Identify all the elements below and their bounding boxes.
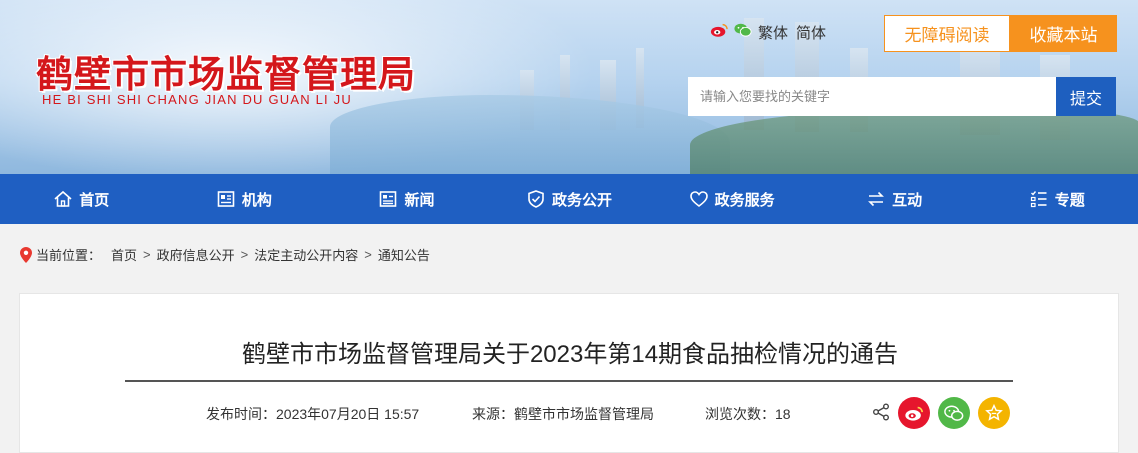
nav-item-label: 政务公开 — [552, 191, 613, 209]
nav-item-topics[interactable]: 专题 — [975, 174, 1138, 224]
site-title: 鹤壁市市场监督管理局 — [36, 54, 416, 95]
main-nav: 首页 机构 新闻 政务公开 政务服务 互动 专题 — [0, 174, 1138, 224]
language-switch: 繁体 简体 — [758, 22, 826, 43]
wechat-icon — [944, 405, 964, 421]
nav-item-home[interactable]: 首页 — [0, 174, 163, 224]
title-divider — [125, 380, 1013, 382]
nav-item-news[interactable]: 新闻 — [325, 174, 488, 224]
breadcrumb-notices[interactable]: 通知公告 — [378, 245, 430, 264]
nav-item-label: 机构 — [241, 191, 272, 209]
accessibility-button[interactable]: 无障碍阅读 — [884, 15, 1010, 52]
organization-icon — [217, 191, 235, 207]
breadcrumb-statutory-content[interactable]: 法定主动公开内容 — [254, 245, 358, 264]
nav-item-interaction[interactable]: 互动 — [813, 174, 976, 224]
publish-time: 发布时间：2023年07月20日 15:57 — [206, 406, 420, 422]
home-icon — [54, 190, 72, 207]
nav-item-label: 首页 — [79, 191, 110, 209]
search-input[interactable] — [688, 77, 1056, 116]
breadcrumb-separator: > — [364, 247, 372, 262]
bookmark-site-button[interactable]: 收藏本站 — [1010, 15, 1117, 52]
weibo-icon — [905, 406, 923, 421]
article-card: 鹤壁市市场监督管理局关于2023年第14期食品抽检情况的通告 发布时间：2023… — [19, 293, 1119, 453]
wechat-icon[interactable] — [734, 22, 752, 38]
breadcrumb-separator: > — [143, 247, 151, 262]
share-wechat-button[interactable] — [938, 397, 970, 429]
view-count: 浏览次数：18 — [705, 406, 791, 422]
breadcrumb: 当前位置： 首页 > 政府信息公开 > 法定主动公开内容 > 通知公告 — [20, 245, 430, 264]
header-banner: 鹤壁市市场监督管理局 HE BI SHI SHI CHANG JIAN DU G… — [0, 0, 1138, 174]
nav-item-label: 政务服务 — [714, 191, 775, 209]
breadcrumb-label: 当前位置： — [36, 248, 102, 263]
share-favorite-button[interactable] — [978, 397, 1010, 429]
traditional-chinese-link[interactable]: 繁体 — [758, 22, 788, 43]
social-links — [710, 22, 752, 38]
nav-item-label: 专题 — [1054, 191, 1085, 209]
breadcrumb-separator: > — [240, 247, 249, 262]
heart-icon — [689, 191, 708, 208]
share-icon[interactable] — [872, 403, 890, 421]
banner-park — [690, 110, 1138, 174]
breadcrumb-gov-info[interactable]: 政府信息公开 — [157, 245, 235, 264]
article-source: 来源：鹤壁市市场监督管理局 — [472, 406, 654, 422]
star-icon — [985, 404, 1003, 421]
simplified-chinese-link[interactable]: 简体 — [796, 22, 826, 43]
search-submit-button[interactable]: 提交 — [1056, 77, 1116, 116]
list-icon — [1030, 191, 1047, 208]
location-pin-icon — [20, 246, 32, 263]
nav-item-organization[interactable]: 机构 — [163, 174, 326, 224]
breadcrumb-home[interactable]: 首页 — [111, 245, 137, 264]
article-title: 鹤壁市市场监督管理局关于2023年第14期食品抽检情况的通告 — [241, 341, 899, 368]
news-icon — [380, 191, 397, 207]
nav-item-government-services[interactable]: 政务服务 — [650, 174, 813, 224]
share-weibo-button[interactable] — [898, 397, 930, 429]
nav-item-government-affairs-open[interactable]: 政务公开 — [488, 174, 651, 224]
site-title-pinyin: HE BI SHI SHI CHANG JIAN DU GUAN LI JU — [42, 92, 352, 107]
nav-item-label: 互动 — [892, 191, 923, 209]
shield-icon — [528, 190, 544, 208]
exchange-icon — [868, 191, 885, 207]
nav-item-label: 新闻 — [404, 191, 435, 209]
weibo-icon[interactable] — [710, 22, 728, 38]
